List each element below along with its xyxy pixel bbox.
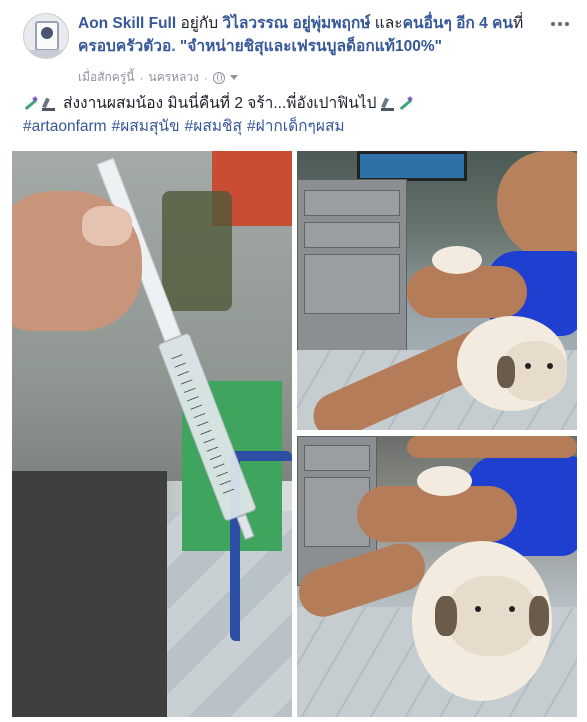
syringe-photo[interactable] — [12, 151, 292, 717]
photo-thumbnail — [82, 206, 132, 246]
post-time[interactable]: เมื่อสักครู่นี้ — [78, 68, 134, 87]
photo-dog-ear — [497, 356, 515, 388]
author-name[interactable]: Aon Skill Full — [78, 15, 176, 32]
photo-door — [12, 471, 167, 717]
others-link[interactable]: คนอื่นๆ อีก 4 คน — [403, 15, 513, 32]
photo-dog-eye — [475, 606, 481, 612]
photo-arm — [407, 436, 577, 458]
photo-dog-head-top — [417, 466, 472, 496]
hashtag-shihtzu-breeding[interactable]: #ผสมชิสุ — [185, 115, 242, 138]
photo-dog-eye — [509, 606, 515, 612]
syringe-icon — [398, 96, 414, 112]
with-text: อยู่กับ — [176, 15, 223, 32]
place-link[interactable]: ครอบครัวตัวอ. "จำหน่ายชิสุและเฟรนบูลด็อก… — [78, 38, 442, 55]
and-text: และ — [370, 15, 403, 32]
photo-dog-head-top — [432, 246, 482, 274]
post-message: ส่งงานผสมน้อง มินนี่คืนที่ 2 จร้า...พี่อ… — [23, 92, 563, 138]
microscope-icon — [41, 96, 57, 112]
photo-torso — [497, 151, 577, 261]
hashtag-breeding-service[interactable]: #ฝากเด็กๆผสม — [247, 115, 345, 138]
message-text: ส่งงานผสมน้อง มินนี่คืนที่ 2 จร้า...พี่อ… — [63, 95, 377, 112]
dog-photo-2[interactable] — [297, 436, 577, 717]
dog-photo-1[interactable] — [297, 151, 577, 430]
meta-separator-2: · — [204, 70, 209, 85]
tagged-person[interactable]: วิไลวรรณ อยู่พุ่มพฤกษ์ — [222, 15, 370, 32]
at-text: ที่ — [513, 15, 524, 32]
post-location[interactable]: นครหลวง — [148, 68, 199, 87]
post-header: Aon Skill Full อยู่กับ วิไลวรรณ อยู่พุ่ม… — [78, 12, 548, 58]
hashtag-dog-breeding[interactable]: #ผสมสุนัข — [112, 115, 180, 138]
photo-desk — [297, 179, 407, 369]
syringe-icon — [23, 96, 39, 112]
microscope-icon — [380, 96, 396, 112]
post-meta: เมื่อสักครู่นี้ · นครหลวง · — [78, 68, 239, 87]
author-avatar[interactable] — [23, 13, 69, 59]
photo-dog-eye — [525, 363, 531, 369]
message-line: ส่งงานผสมน้อง มินนี่คืนที่ 2 จร้า...พี่อ… — [23, 92, 563, 115]
facebook-post: Aon Skill Full อยู่กับ วิไลวรรณ อยู่พุ่ม… — [0, 0, 587, 722]
avatar-frame — [35, 21, 59, 51]
hashtag-line: #artaonfarm #ผสมสุนัข #ผสมชิสุ #ฝากเด็กๆ… — [23, 115, 563, 138]
chevron-down-icon[interactable] — [230, 75, 239, 80]
hashtag-artaonfarm[interactable]: #artaonfarm — [23, 115, 107, 138]
more-options-icon[interactable] — [545, 14, 575, 34]
photo-dog-face — [447, 576, 537, 656]
photo-monitor — [357, 151, 467, 181]
photo-dog-ear — [435, 596, 457, 636]
globe-icon[interactable] — [213, 71, 226, 84]
photo-dog-eye — [547, 363, 553, 369]
meta-separator: · — [139, 70, 144, 85]
avatar-base — [30, 50, 64, 58]
photo-thigh — [407, 266, 527, 318]
photo-dog-ear — [529, 596, 549, 636]
